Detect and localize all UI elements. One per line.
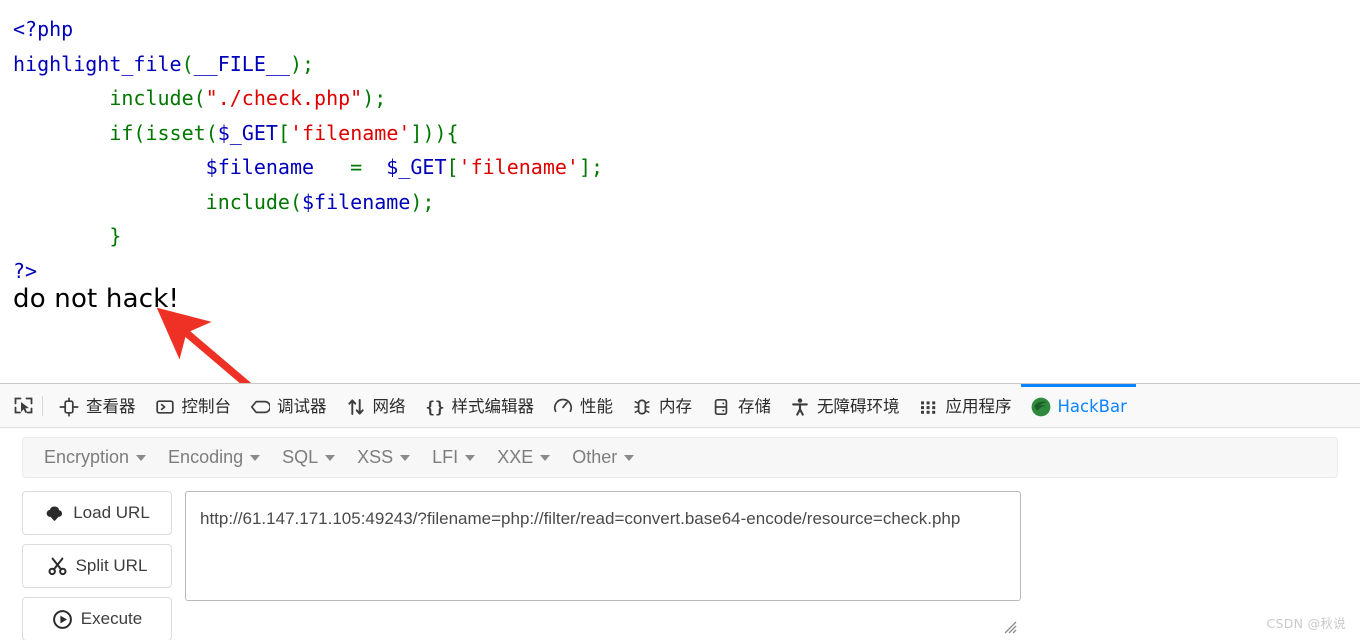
hackbar-menu-label: LFI: [432, 447, 459, 467]
chevron-down-icon: [540, 454, 551, 461]
chevron-down-icon: [136, 454, 147, 461]
devtools-tab-label: 网络: [372, 396, 406, 416]
memory-icon: [631, 396, 653, 418]
devtools-tab-label: 应用程序: [945, 396, 1012, 416]
tab-performance[interactable]: 性能: [543, 384, 622, 427]
chevron-down-icon: [465, 454, 476, 461]
split-url-button[interactable]: Split URL: [22, 544, 172, 588]
tab-hackbar[interactable]: HackBar: [1020, 384, 1136, 427]
hackbar-menu-label: Encoding: [168, 447, 244, 467]
devtools-tab-label: 样式编辑器: [451, 396, 535, 416]
hackbar-body: Load URL Split URL Execute: [0, 478, 1360, 640]
load-url-button[interactable]: Load URL: [22, 491, 172, 535]
svg-text:{}: {}: [425, 398, 444, 417]
hackbar-menubar: Encryption Encoding SQL XSS LFI XXE Other: [22, 437, 1338, 478]
tab-style-editor[interactable]: {} 样式编辑器: [415, 384, 544, 427]
devtools-tab-label: 无障碍环境: [817, 396, 900, 416]
hackbar-menu-label: SQL: [282, 447, 319, 467]
hackbar-menu-label: Encryption: [44, 447, 130, 467]
browser-page-content: <?php highlight_file(__FILE__); include(…: [0, 0, 1360, 383]
accessibility-icon: [789, 396, 811, 418]
chevron-down-icon: [400, 454, 411, 461]
tab-debugger[interactable]: 调试器: [240, 384, 336, 427]
devtools-tab-label: 存储: [738, 396, 771, 416]
toolbar-divider: [42, 395, 43, 416]
page-output-text: do not hack!: [13, 284, 180, 314]
hackbar-button-column: Load URL Split URL Execute: [22, 491, 172, 640]
devtools-panel: 查看器 控制台 调试器 网络 {} 样式编辑器 性能 内存 存储 无障碍环境 应用程序 HackBar…: [0, 383, 1360, 640]
hackbar-url-wrapper: [185, 491, 1021, 640]
menu-xss[interactable]: XSS: [346, 443, 421, 472]
chevron-down-icon: [624, 454, 635, 461]
php-source-listing: <?php highlight_file(__FILE__); include(…: [13, 17, 604, 283]
hackbar-menu-label: Other: [572, 447, 618, 467]
hackbar-menu-label: XXE: [497, 447, 534, 467]
scissors-icon: [47, 556, 68, 577]
application-icon: [918, 396, 940, 418]
devtools-tab-label: 调试器: [277, 396, 327, 416]
resize-grip-icon[interactable]: [1003, 620, 1017, 634]
console-icon: [154, 396, 176, 418]
storage-icon: [710, 396, 732, 418]
screenshot-root: <?php highlight_file(__FILE__); include(…: [0, 0, 1360, 640]
url-input[interactable]: [185, 491, 1021, 601]
tab-inspector[interactable]: 查看器: [49, 384, 145, 427]
network-icon: [345, 396, 367, 418]
chevron-down-icon: [250, 454, 261, 461]
play-circle-icon: [52, 609, 73, 630]
devtools-tabbar: 查看器 控制台 调试器 网络 {} 样式编辑器 性能 内存 存储 无障碍环境 应用程序 HackBar: [0, 384, 1360, 428]
execute-button[interactable]: Execute: [22, 597, 172, 640]
menu-sql[interactable]: SQL: [271, 443, 346, 472]
tab-application[interactable]: 应用程序: [909, 384, 1021, 427]
tab-memory[interactable]: 内存: [622, 384, 701, 427]
hackbar-button-label: Execute: [80, 609, 143, 628]
devtools-tab-label: 查看器: [86, 396, 136, 416]
hackbar-panel: Encryption Encoding SQL XSS LFI XXE Other Load…: [0, 437, 1360, 640]
devtools-tab-label: 性能: [580, 396, 613, 416]
menu-xxe[interactable]: XXE: [486, 443, 561, 472]
hackbar-button-label: Load URL: [73, 503, 150, 522]
devtools-tab-label: 内存: [659, 396, 692, 416]
menu-encoding[interactable]: Encoding: [157, 443, 271, 472]
menu-lfi[interactable]: LFI: [421, 443, 486, 472]
tab-network[interactable]: 网络: [336, 384, 415, 427]
devtools-tab-label: 控制台: [181, 396, 232, 416]
tab-storage[interactable]: 存储: [701, 384, 780, 427]
debugger-icon: [249, 396, 271, 418]
tab-accessibility[interactable]: 无障碍环境: [780, 384, 909, 427]
element-picker-icon[interactable]: [6, 389, 40, 423]
csdn-watermark: CSDN @秋说: [1266, 616, 1346, 631]
chevron-down-icon: [325, 454, 336, 461]
tab-console[interactable]: 控制台: [145, 384, 241, 427]
inspector-icon: [58, 396, 80, 418]
hackbar-icon: [1030, 396, 1052, 418]
menu-other[interactable]: Other: [561, 443, 645, 472]
style-editor-icon: {}: [424, 396, 446, 418]
menu-encryption[interactable]: Encryption: [33, 443, 157, 472]
performance-icon: [552, 396, 574, 418]
hackbar-button-label: Split URL: [75, 556, 148, 575]
devtools-tab-label: HackBar: [1057, 396, 1127, 416]
hackbar-menu-label: XSS: [357, 447, 394, 467]
cloud-download-icon: [44, 503, 65, 524]
